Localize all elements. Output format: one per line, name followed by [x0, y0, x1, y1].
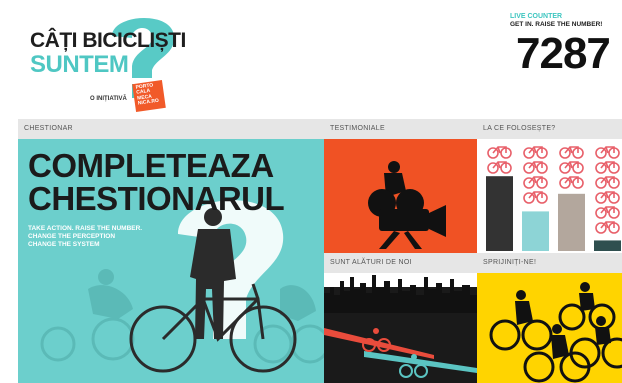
- bike-icon: [487, 161, 512, 174]
- survey-title-line1: COMPLETEAZA: [28, 147, 274, 184]
- section-header-la-ce: LA CE FOLOSEȘTE?: [477, 119, 622, 139]
- survey-tile[interactable]: COMPLETEAZA CHESTIONARUL TAKE ACTION. RA…: [18, 139, 324, 383]
- bike-icon: [595, 176, 620, 189]
- bike-icon: [559, 176, 584, 189]
- survey-subtitle-line2: CHANGE THE PERCEPTION: [28, 233, 116, 240]
- bike-icon: [595, 146, 620, 159]
- logo-title-line1: CÂȚI BICICLIȘTI: [30, 29, 186, 52]
- badge-line: NICA.RO: [137, 97, 160, 107]
- section-header-chestionar: CHESTIONAR: [18, 119, 324, 139]
- usage-tile[interactable]: [477, 139, 622, 253]
- usage-graphic: [486, 146, 621, 251]
- logo-initiative-label: O INIȚIATIVĂ: [90, 96, 127, 102]
- bike-icon: [595, 221, 620, 234]
- cyclists-group-graphic: [489, 282, 622, 383]
- portocala-badge[interactable]: PORTO CALA MECA NICA.RO: [132, 80, 166, 112]
- usage-bar: [558, 193, 585, 251]
- testimonials-tile[interactable]: [324, 139, 477, 253]
- survey-title-line2: CHESTIONARUL: [28, 180, 285, 217]
- counter-value: 7287: [516, 29, 611, 78]
- section-header-alaturi: SUNT ALĂTURI DE NOI: [324, 253, 477, 273]
- bike-icon: [595, 191, 620, 204]
- bike-icon: [523, 191, 548, 204]
- bike-icon: [523, 176, 548, 189]
- bike-icon: [559, 161, 584, 174]
- bike-icon: [487, 146, 512, 159]
- bike-icon: [559, 146, 584, 159]
- usage-bar: [486, 176, 513, 251]
- city-skyline-graphic: [324, 273, 477, 378]
- section-header-sprijin: SPRIJINIȚI-NE!: [477, 253, 622, 273]
- counter-label: LIVE COUNTER: [510, 13, 563, 20]
- survey-subtitle: TAKE ACTION. RAISE THE NUMBER. CHANGE TH…: [28, 225, 142, 249]
- section-header-testimoniale: TESTIMONIALE: [324, 119, 477, 139]
- survey-subtitle-line3: CHANGE THE SYSTEM: [28, 241, 100, 248]
- bike-icon: [523, 161, 548, 174]
- site-logo[interactable]: CÂȚI BICICLIȘTI SUNTEM O INIȚIATIVĂ PORT…: [22, 8, 186, 112]
- usage-bar: [594, 240, 621, 251]
- supporters-tile[interactable]: [324, 273, 477, 383]
- bike-icon: [595, 161, 620, 174]
- site-header: CÂȚI BICICLIȘTI SUNTEM O INIȚIATIVĂ PORT…: [0, 0, 622, 112]
- survey-title: COMPLETEAZA CHESTIONARUL: [28, 147, 285, 217]
- counter-subtitle: GET IN. RAISE THE NUMBER!: [510, 21, 603, 28]
- live-counter: LIVE COUNTER GET IN. RAISE THE NUMBER! 7…: [510, 13, 618, 76]
- usage-bar: [522, 211, 549, 251]
- support-us-tile[interactable]: [477, 273, 622, 383]
- bike-icon: [523, 146, 548, 159]
- camera-cyclist-icon: [368, 161, 446, 249]
- bike-icon: [595, 206, 620, 219]
- logo-title-line2: SUNTEM: [30, 51, 129, 78]
- survey-subtitle-line1: TAKE ACTION. RAISE THE NUMBER.: [28, 225, 143, 232]
